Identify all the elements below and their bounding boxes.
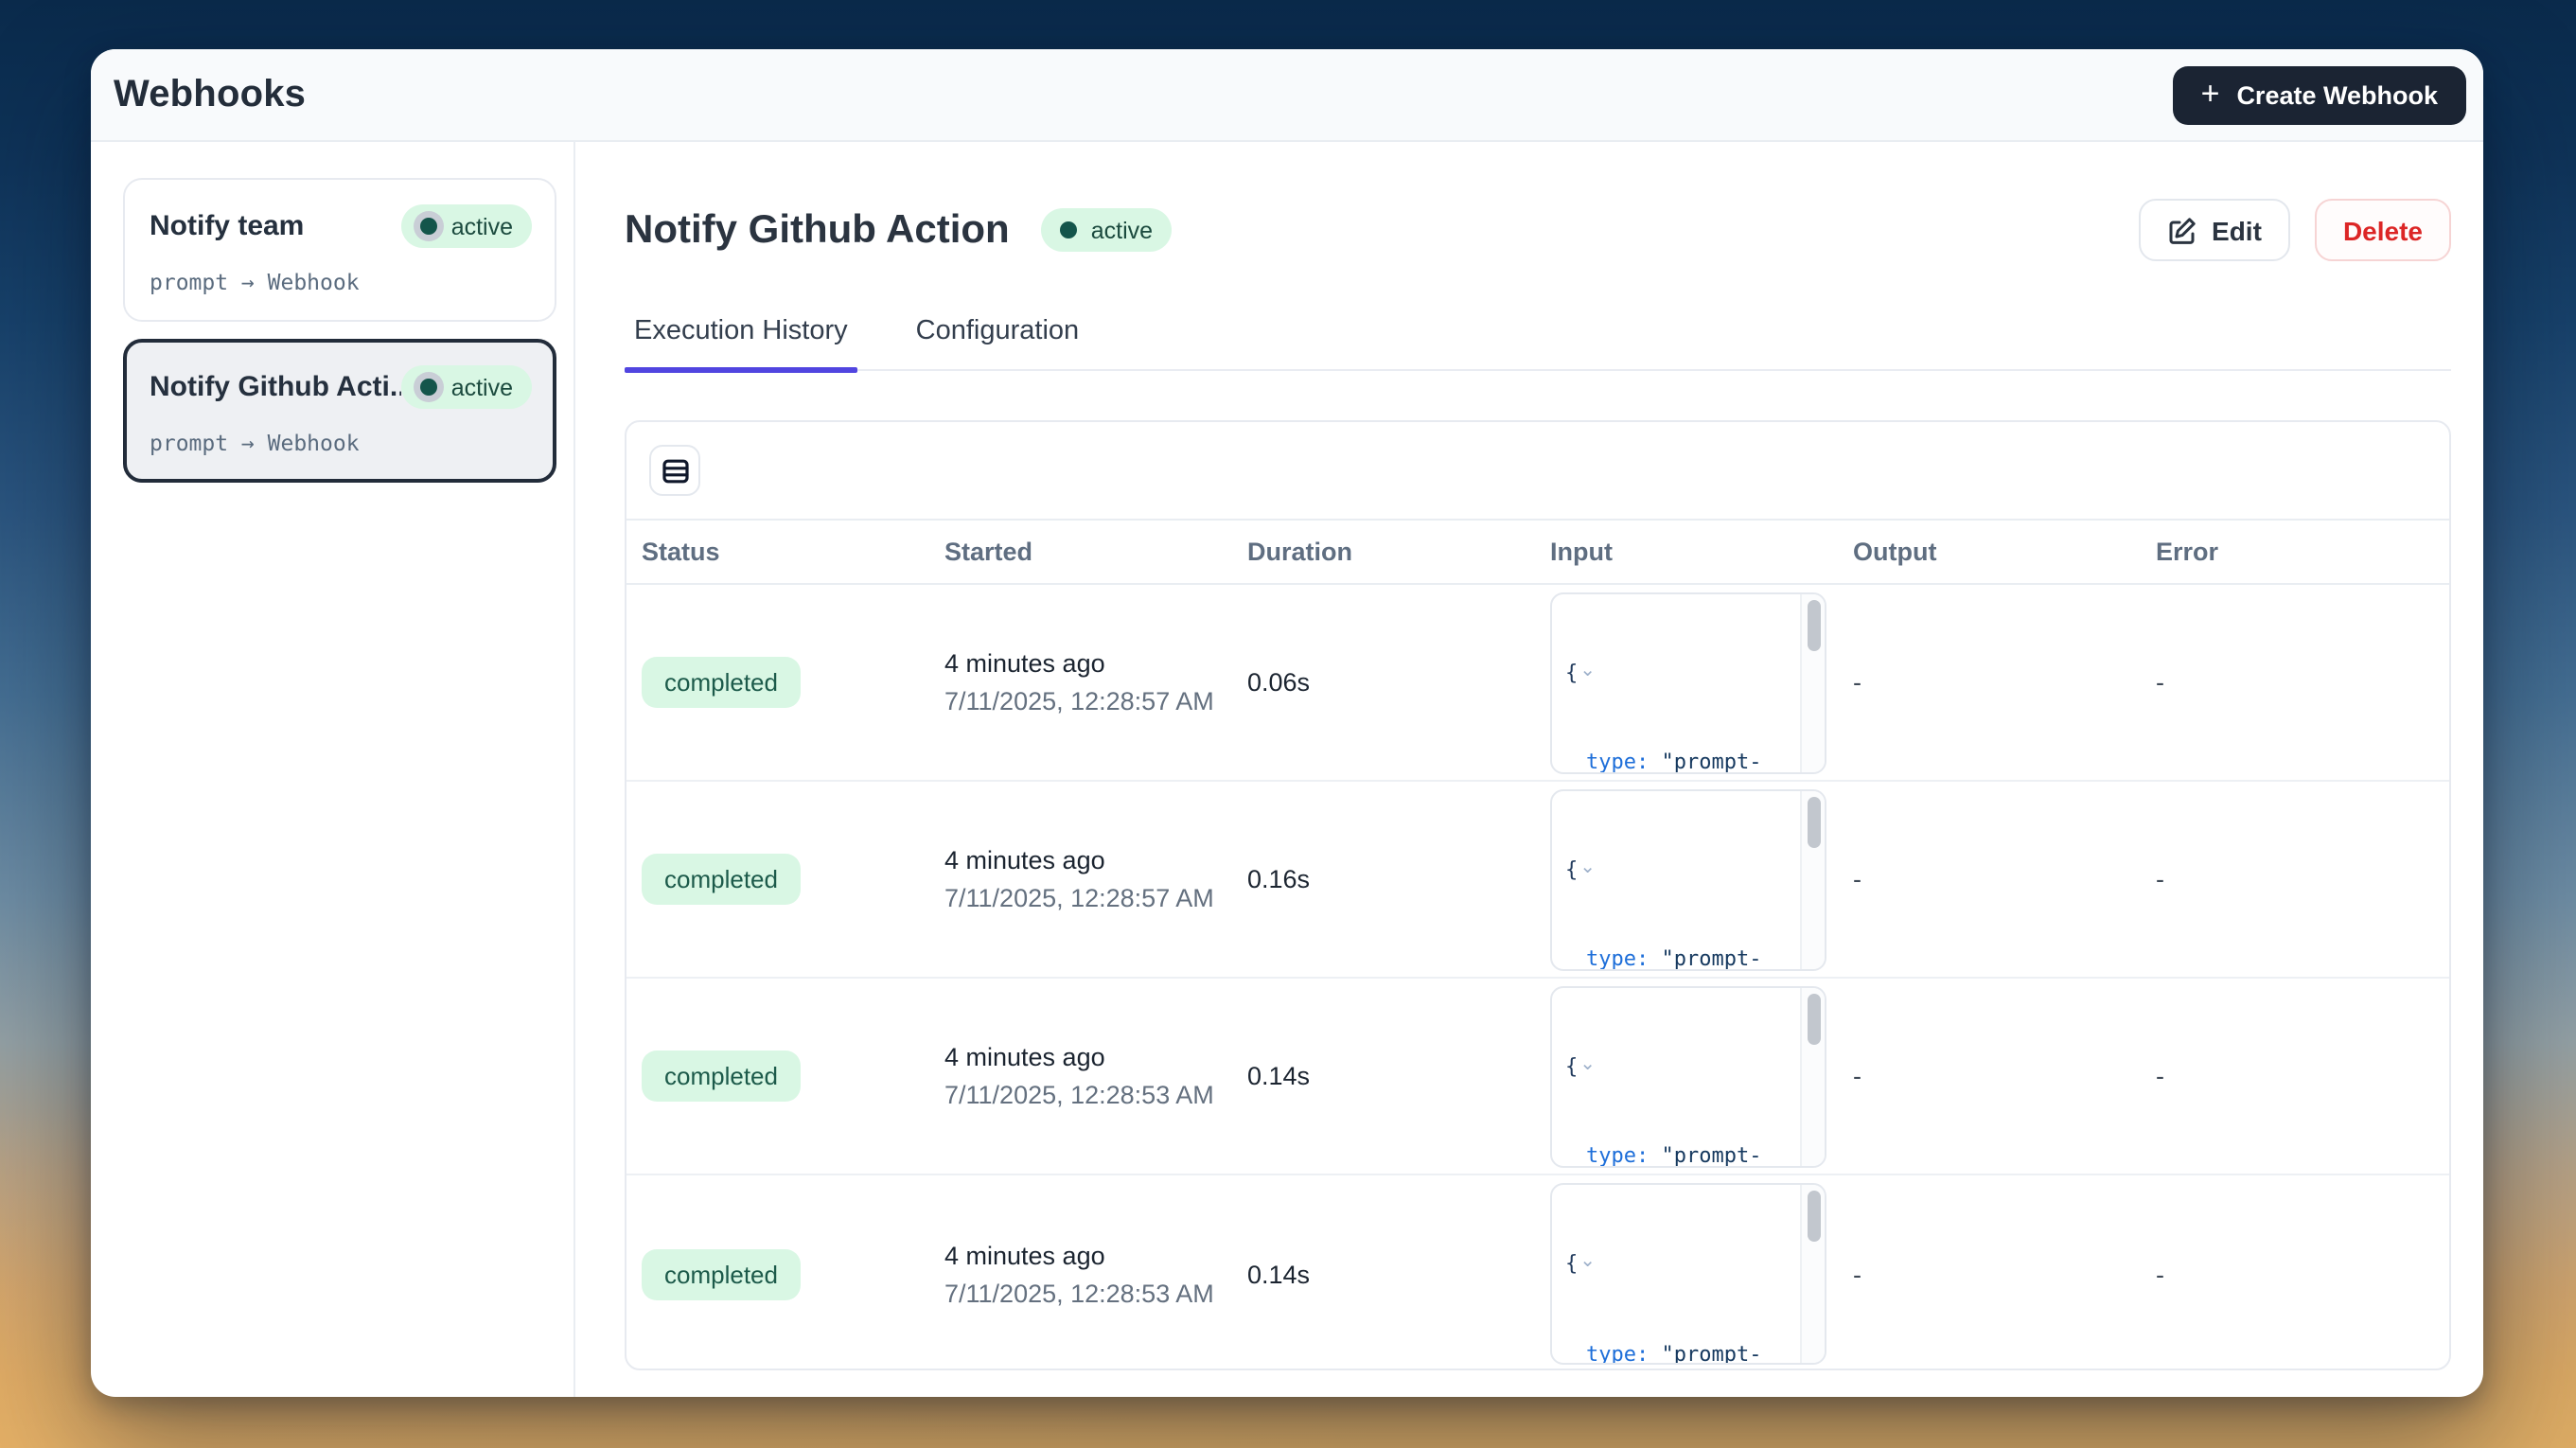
top-bar: Webhooks + Create Webhook bbox=[91, 49, 2483, 142]
error-value: - bbox=[2141, 668, 2449, 697]
webhook-title: Notify Github Action bbox=[625, 207, 1010, 253]
execution-history-card: Status Started Duration Input Output Err… bbox=[625, 420, 2451, 1370]
scrollbar[interactable] bbox=[1800, 593, 1825, 771]
tab-configuration[interactable]: Configuration bbox=[907, 316, 1089, 369]
duration-value: 0.14s bbox=[1232, 1260, 1535, 1288]
status-badge: active bbox=[1042, 208, 1172, 252]
table-row: completed 4 minutes ago 7/11/2025, 12:28… bbox=[626, 585, 2449, 782]
table-rows-icon-button[interactable] bbox=[649, 445, 700, 496]
tab-execution-history[interactable]: Execution History bbox=[625, 316, 857, 369]
table-header-row: Status Started Duration Input Output Err… bbox=[626, 521, 2449, 585]
output-value: - bbox=[1838, 865, 2141, 893]
output-value: - bbox=[1838, 1260, 2141, 1288]
webhook-route: prompt → Webhook bbox=[150, 269, 532, 295]
status-badge: completed bbox=[642, 854, 801, 905]
webhook-list-sidebar: Notify team active prompt → Webhook Noti… bbox=[91, 142, 575, 1397]
input-json-preview[interactable]: {⌄ type: "prompt- version" promptId: "f3… bbox=[1550, 788, 1826, 970]
status-badge: active bbox=[402, 204, 532, 248]
chevron-down-icon: ⌄ bbox=[1579, 660, 1596, 680]
active-dot-icon bbox=[421, 218, 438, 235]
started-absolute: 7/11/2025, 12:28:53 AM bbox=[944, 1081, 1217, 1109]
chevron-down-icon: ⌄ bbox=[1579, 856, 1596, 877]
chevron-down-icon: ⌄ bbox=[1579, 1053, 1596, 1074]
desktop-background: Webhooks + Create Webhook Notify team ac… bbox=[0, 0, 2576, 1448]
started-relative: 4 minutes ago bbox=[944, 846, 1217, 874]
edit-pencil-icon bbox=[2166, 215, 2197, 245]
started-absolute: 7/11/2025, 12:28:57 AM bbox=[944, 687, 1217, 715]
column-header-duration: Duration bbox=[1232, 538, 1535, 566]
scrollbar-thumb[interactable] bbox=[1807, 993, 1820, 1044]
started-absolute: 7/11/2025, 12:28:57 AM bbox=[944, 884, 1217, 912]
status-badge: completed bbox=[642, 1051, 801, 1102]
started-relative: 4 minutes ago bbox=[944, 649, 1217, 678]
edit-label: Edit bbox=[2212, 215, 2262, 245]
output-value: - bbox=[1838, 1062, 2141, 1090]
column-header-status: Status bbox=[626, 538, 929, 566]
create-webhook-label: Create Webhook bbox=[2236, 80, 2438, 109]
edit-button[interactable]: Edit bbox=[2138, 199, 2290, 261]
chevron-down-icon: ⌄ bbox=[1579, 1251, 1596, 1272]
scrollbar-thumb[interactable] bbox=[1807, 1191, 1820, 1242]
scrollbar[interactable] bbox=[1800, 1185, 1825, 1363]
create-webhook-button[interactable]: + Create Webhook bbox=[2173, 65, 2466, 124]
input-json-preview[interactable]: {⌄ type: "prompt- version" promptId: "a8… bbox=[1550, 592, 1826, 773]
duration-value: 0.06s bbox=[1232, 668, 1535, 697]
table-row: completed 4 minutes ago 7/11/2025, 12:28… bbox=[626, 979, 2449, 1175]
input-json-preview[interactable]: {⌄ type: "prompt- version" promptId: "ec… bbox=[1550, 1183, 1826, 1365]
detail-header: Notify Github Action active bbox=[625, 199, 2451, 261]
column-header-output: Output bbox=[1838, 538, 2141, 566]
input-json-preview[interactable]: {⌄ type: "prompt- version" promptId: "cm… bbox=[1550, 985, 1826, 1167]
column-header-input: Input bbox=[1535, 538, 1838, 566]
sidebar-item-notify-github-action[interactable]: Notify Github Acti... active prompt → We… bbox=[123, 339, 556, 483]
error-value: - bbox=[2141, 1260, 2449, 1288]
table-row: completed 4 minutes ago 7/11/2025, 12:28… bbox=[626, 1175, 2449, 1370]
webhook-route: prompt → Webhook bbox=[150, 430, 532, 456]
status-badge: completed bbox=[642, 1248, 801, 1299]
scrollbar-thumb[interactable] bbox=[1807, 599, 1820, 650]
status-badge: active bbox=[402, 365, 532, 409]
status-badge: completed bbox=[642, 657, 801, 708]
error-value: - bbox=[2141, 865, 2449, 893]
started-absolute: 7/11/2025, 12:28:53 AM bbox=[944, 1279, 1217, 1307]
table-row: completed 4 minutes ago 7/11/2025, 12:28… bbox=[626, 782, 2449, 979]
started-relative: 4 minutes ago bbox=[944, 1043, 1217, 1071]
active-dot-icon bbox=[1061, 221, 1078, 238]
detail-tabs: Execution History Configuration bbox=[625, 316, 2451, 371]
error-value: - bbox=[2141, 1062, 2449, 1090]
column-header-started: Started bbox=[929, 538, 1232, 566]
delete-button[interactable]: Delete bbox=[2315, 199, 2451, 261]
webhook-detail-panel: Notify Github Action active bbox=[575, 142, 2483, 1397]
duration-value: 0.14s bbox=[1232, 1062, 1535, 1090]
plus-icon: + bbox=[2201, 78, 2220, 110]
webhooks-window: Webhooks + Create Webhook Notify team ac… bbox=[91, 49, 2483, 1397]
webhook-name: Notify Github Acti... bbox=[150, 371, 402, 403]
started-relative: 4 minutes ago bbox=[944, 1241, 1217, 1269]
output-value: - bbox=[1838, 668, 2141, 697]
column-header-error: Error bbox=[2141, 538, 2449, 566]
webhook-name: Notify team bbox=[150, 210, 304, 242]
delete-label: Delete bbox=[2343, 215, 2423, 245]
scrollbar[interactable] bbox=[1800, 790, 1825, 968]
active-dot-icon bbox=[421, 379, 438, 396]
duration-value: 0.16s bbox=[1232, 865, 1535, 893]
sidebar-item-notify-team[interactable]: Notify team active prompt → Webhook bbox=[123, 178, 556, 322]
scrollbar-thumb[interactable] bbox=[1807, 796, 1820, 847]
table-rows-icon bbox=[660, 455, 690, 486]
page-title: Webhooks bbox=[114, 73, 306, 116]
table-toolbar bbox=[626, 422, 2449, 521]
scrollbar[interactable] bbox=[1800, 987, 1825, 1165]
